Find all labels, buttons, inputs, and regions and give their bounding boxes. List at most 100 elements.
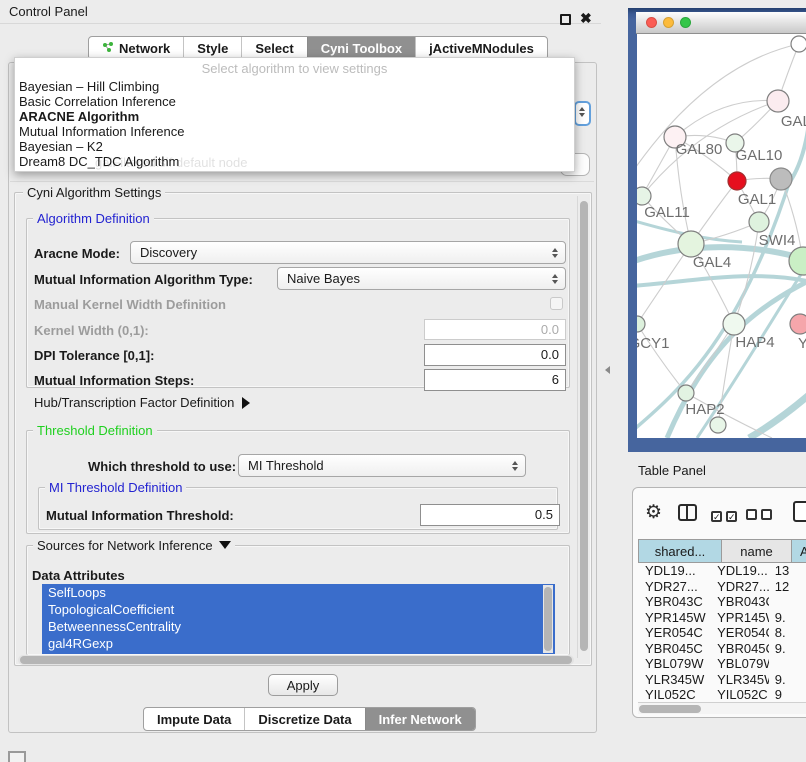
table-row[interactable]: YDL19...YDL19...13 [638,563,806,579]
minimized-window-icon[interactable] [8,751,26,762]
table-body[interactable]: YDL19...YDL19...13YDR27...YDR27...12YBR0… [638,563,806,701]
network-node[interactable] [767,90,789,112]
column-header[interactable]: A [792,539,806,563]
close-window-icon[interactable] [646,17,657,28]
network-node[interactable] [791,36,806,52]
stepper-icon [552,274,558,284]
attributes-vscrollbar-thumb[interactable] [544,587,552,651]
apply-button-label: Apply [287,678,320,693]
node-label: HAP2 [685,401,724,418]
aracne-mode-select[interactable]: Discovery [130,241,566,264]
screen: Control Panel ✖ Network Style Select Cyn… [0,0,806,762]
table-row[interactable]: YIL052CYIL052C9 [638,687,806,701]
tab-cyni-toolbox[interactable]: Cyni Toolbox [307,37,415,59]
apply-button[interactable]: Apply [268,674,338,696]
tab-select[interactable]: Select [241,37,306,59]
settings-vscrollbar-thumb[interactable] [580,201,588,651]
select-all-icon[interactable]: ✓✓ [711,508,737,523]
algorithm-definition-title: Algorithm Definition [33,211,154,226]
network-node[interactable] [678,385,694,401]
network-node[interactable] [789,247,806,275]
tab-network[interactable]: Network [89,37,183,59]
attribute-item[interactable]: BetweennessCentrality [42,618,555,635]
deselect-all-icon[interactable] [746,508,772,523]
dpi-tolerance-field[interactable]: 0.0 [424,344,566,366]
algorithm-option[interactable]: Bayesian – Hill Climbing [15,79,574,94]
data-attributes-list[interactable]: SelfLoops TopologicalCoefficient Between… [42,584,555,654]
kernel-width-field[interactable]: 0.0 [424,319,566,340]
node-label: GAL1 [738,191,776,208]
network-window-titlebar[interactable] [636,12,806,34]
tab-discretize-data[interactable]: Discretize Data [244,708,364,730]
table-cell: YDL19... [638,563,709,579]
algorithm-option[interactable]: Mutual Information Inference [15,124,574,139]
network-nodes-layer: GAL7GAL80GAL10GAL11GAL1SWI4GAL4GCY1HAP4Y… [637,36,806,433]
tab-label: Discretize Data [258,712,351,727]
table-cell: 8. [769,625,806,641]
which-threshold-select[interactable]: MI Threshold [238,454,526,477]
network-canvas-svg[interactable]: GAL7GAL80GAL10GAL11GAL1SWI4GAL4GCY1HAP4Y… [637,34,806,438]
column-header[interactable]: shared... [638,539,722,563]
table-cell: YLR345W [709,672,769,688]
network-node[interactable] [770,168,792,190]
node-label: GAL10 [736,147,783,164]
network-canvas[interactable]: GAL7GAL80GAL10GAL11GAL1SWI4GAL4GCY1HAP4Y… [637,34,806,438]
table-row[interactable]: YER054CYER054C8. [638,625,806,641]
data-attributes-label: Data Attributes [32,568,125,583]
network-node[interactable] [728,172,746,190]
table-hscrollbar-thumb[interactable] [639,705,701,713]
mi-steps-field[interactable]: 6 [424,369,566,391]
mi-type-select[interactable]: Naive Bayes [277,267,566,290]
tab-jactivemnodules[interactable]: jActiveMNodules [415,37,547,59]
mi-type-label: Mutual Information Algorithm Type: [34,272,253,287]
network-view-window[interactable]: GAL7GAL80GAL10GAL11GAL1SWI4GAL4GCY1HAP4Y… [628,8,806,452]
algorithm-option[interactable]: Bayesian – K2 [15,139,574,154]
columns-icon[interactable] [678,504,697,521]
hub-definition-expander[interactable]: Hub/Transcription Factor Definition [34,395,250,410]
attribute-item[interactable]: TopologicalCoefficient [42,601,555,618]
tab-infer-network[interactable]: Infer Network [365,708,475,730]
ghost-network-name: galFiltered.sif default node [95,155,247,170]
attribute-item[interactable]: SelfLoops [42,584,555,601]
sources-title-wrap[interactable]: Sources for Network Inference [33,538,235,553]
column-header[interactable]: name [722,539,792,563]
focused-combo-fragment[interactable] [574,101,591,126]
manual-kernel-checkbox[interactable] [550,297,563,310]
table-cell: YPR145W [638,610,709,626]
float-window-icon[interactable] [560,14,571,25]
table-row[interactable]: YDR27...YDR27...12 [638,579,806,595]
network-node[interactable] [710,417,726,433]
table-cell: YDR27... [638,579,709,595]
gear-icon[interactable]: ⚙ [645,503,662,522]
table-row[interactable]: YBR043CYBR043C [638,594,806,610]
network-node[interactable] [637,316,645,332]
tab-impute-data[interactable]: Impute Data [144,708,244,730]
chevron-right-icon [242,397,250,409]
tab-style[interactable]: Style [183,37,241,59]
new-table-icon[interactable] [793,501,806,522]
table-row[interactable]: YBR045CYBR045C9. [638,641,806,657]
table-row[interactable]: YPR145WYPR145W9. [638,610,806,626]
algorithm-option-selected[interactable]: ARACNE Algorithm [15,109,574,124]
divider-collapse-arrow[interactable] [605,366,610,374]
network-node[interactable] [749,212,769,232]
minimize-window-icon[interactable] [663,17,674,28]
algorithm-option[interactable]: Basic Correlation Inference [15,94,574,109]
table-row[interactable]: YBL079WYBL079W [638,656,806,672]
node-label: GAL80 [676,141,723,158]
network-node[interactable] [723,313,745,335]
network-node[interactable] [790,314,806,334]
close-panel-icon[interactable]: ✖ [580,10,592,27]
settings-hscrollbar[interactable] [18,655,574,665]
mi-threshold-field[interactable]: 0.5 [420,504,560,526]
tab-label: Select [255,41,293,56]
table-row[interactable]: YLR345WYLR345W9. [638,672,806,688]
settings-vscrollbar[interactable] [577,196,590,658]
attribute-item[interactable]: gal4RGexp [42,635,555,652]
cyni-settings-title: Cyni Algorithm Settings [23,185,165,200]
table-hscrollbar[interactable] [638,702,806,714]
zoom-window-icon[interactable] [680,17,691,28]
network-node[interactable] [637,187,651,205]
attributes-vscrollbar[interactable] [543,585,553,653]
settings-hscrollbar-thumb[interactable] [20,656,572,664]
